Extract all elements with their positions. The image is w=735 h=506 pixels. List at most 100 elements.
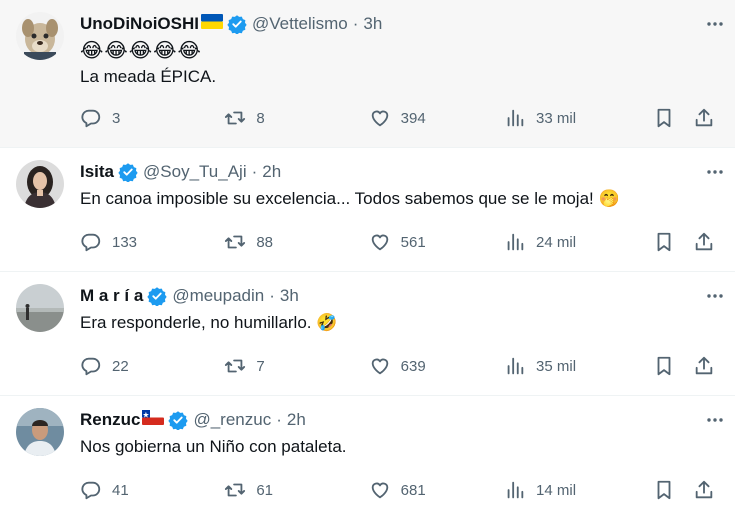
retweet-button[interactable]: 8 (224, 107, 368, 129)
separator-dot: · (352, 14, 359, 33)
display-name[interactable]: Renzuc (80, 410, 140, 430)
timestamp[interactable]: 3h (363, 14, 382, 34)
share-icon (695, 232, 713, 251)
views-button[interactable]: 35 mil (504, 355, 653, 377)
reply-count: 41 (112, 481, 129, 499)
reply-icon (81, 109, 101, 128)
analytics-icon (507, 109, 524, 127)
tweet[interactable]: M a r í a @meupadin · 3h Era responderle… (0, 272, 735, 396)
timestamp[interactable]: 2h (287, 410, 306, 430)
tweet-body: La meada ÉPICA. (80, 67, 217, 86)
avatar[interactable] (16, 160, 64, 208)
action-bar: 133 88 561 24 mil (80, 228, 723, 256)
view-count: 35 mil (536, 357, 577, 375)
view-count: 33 mil (536, 109, 577, 127)
share-button[interactable] (693, 107, 723, 129)
bookmark-icon (657, 232, 671, 252)
bookmark-icon (657, 356, 671, 376)
separator-dot: · (251, 162, 258, 181)
views-button[interactable]: 33 mil (504, 107, 653, 129)
like-button[interactable]: 681 (369, 479, 504, 501)
retweet-count: 88 (256, 233, 274, 251)
more-options-icon[interactable] (703, 160, 727, 184)
tweet[interactable]: UnoDiNoiOSHI @Vettelismo · 3h 😂😂😂😂😂 La m… (0, 0, 735, 148)
display-name[interactable]: UnoDiNoiOSHI (80, 14, 199, 34)
beach-avatar-icon (16, 284, 64, 332)
like-count: 639 (400, 357, 426, 375)
share-button[interactable] (693, 355, 723, 377)
like-count: 394 (400, 109, 426, 127)
tweet-body: Nos gobierna un Niño con pataleta. (80, 437, 347, 456)
timestamp[interactable]: 2h (262, 162, 281, 182)
tweet[interactable]: Renzuc @_renzuc · 2h Nos gobierna un Niñ… (0, 396, 735, 506)
separator-dot: · (276, 410, 282, 429)
more-options-icon[interactable] (703, 408, 727, 432)
verified-badge-icon[interactable] (227, 14, 247, 35)
verified-badge-icon[interactable] (147, 286, 167, 307)
more-options-icon[interactable] (703, 284, 727, 308)
emoji-line: 😂😂😂😂😂 (80, 40, 202, 62)
like-button[interactable]: 394 (369, 107, 504, 129)
ukraine-flag-icon (201, 14, 223, 34)
user-handle[interactable]: @_renzuc (193, 410, 271, 430)
share-button[interactable] (693, 479, 723, 501)
retweet-icon (225, 111, 246, 125)
retweet-count: 7 (256, 357, 265, 375)
analytics-icon (507, 233, 524, 251)
share-button[interactable] (693, 231, 723, 253)
retweet-icon (225, 483, 246, 497)
tweet[interactable]: Isita @Soy_Tu_Aji · 2h En canoa imposibl… (0, 148, 735, 272)
view-count: 24 mil (536, 233, 577, 251)
heart-icon (371, 234, 388, 251)
share-icon (695, 356, 713, 375)
separator-dot: · (269, 286, 275, 305)
like-button[interactable]: 561 (369, 231, 504, 253)
action-bar: 22 7 639 35 mil (80, 352, 723, 380)
reply-button[interactable]: 41 (80, 479, 224, 501)
reply-icon (81, 481, 101, 500)
like-count: 561 (400, 233, 426, 251)
action-bar: 41 61 681 14 mil (80, 476, 723, 504)
user-handle[interactable]: @Vettelismo (252, 14, 348, 34)
reply-button[interactable]: 3 (80, 107, 224, 129)
bookmark-button[interactable] (653, 355, 693, 377)
bookmark-icon (657, 108, 671, 128)
bookmark-icon (657, 480, 671, 500)
like-button[interactable]: 639 (369, 355, 504, 377)
reply-button[interactable]: 133 (80, 231, 224, 253)
more-options-icon[interactable] (703, 12, 727, 36)
user-handle[interactable]: @Soy_Tu_Aji (143, 162, 247, 182)
reply-count: 133 (112, 233, 138, 251)
bookmark-button[interactable] (653, 231, 693, 253)
bookmark-button[interactable] (653, 479, 693, 501)
verified-badge-icon[interactable] (118, 162, 138, 183)
display-name[interactable]: M a r í a (80, 286, 143, 306)
man-avatar-icon (16, 408, 64, 456)
display-name[interactable]: Isita (80, 162, 114, 182)
retweet-count: 61 (256, 481, 274, 499)
tweet-text: 😂😂😂😂😂 La meada ÉPICA. (80, 38, 723, 90)
tweet-header: UnoDiNoiOSHI @Vettelismo · 3h (80, 12, 723, 36)
retweet-button[interactable]: 7 (224, 355, 368, 377)
views-button[interactable]: 24 mil (504, 231, 653, 253)
share-icon (695, 108, 713, 127)
tweet-header: M a r í a @meupadin · 3h (80, 284, 723, 308)
verified-badge-icon[interactable] (168, 410, 189, 431)
avatar[interactable] (16, 12, 64, 60)
retweet-button[interactable]: 61 (224, 479, 368, 501)
avatar[interactable] (16, 284, 64, 332)
views-button[interactable]: 14 mil (504, 479, 653, 501)
share-icon (695, 480, 713, 499)
tweet-header: Renzuc @_renzuc · 2h (80, 408, 723, 432)
reply-button[interactable]: 22 (80, 355, 224, 377)
tweet-body: En canoa imposible su excelencia... Todo… (80, 189, 620, 208)
retweet-icon (225, 235, 246, 249)
avatar[interactable] (16, 408, 64, 456)
retweet-button[interactable]: 88 (224, 231, 368, 253)
retweet-icon (225, 359, 246, 373)
user-handle[interactable]: @meupadin (172, 286, 264, 306)
bookmark-button[interactable] (653, 107, 693, 129)
analytics-icon (507, 481, 524, 499)
tweet-body: Era responderle, no humillarlo. 🤣 (80, 313, 338, 332)
timestamp[interactable]: 3h (280, 286, 299, 306)
